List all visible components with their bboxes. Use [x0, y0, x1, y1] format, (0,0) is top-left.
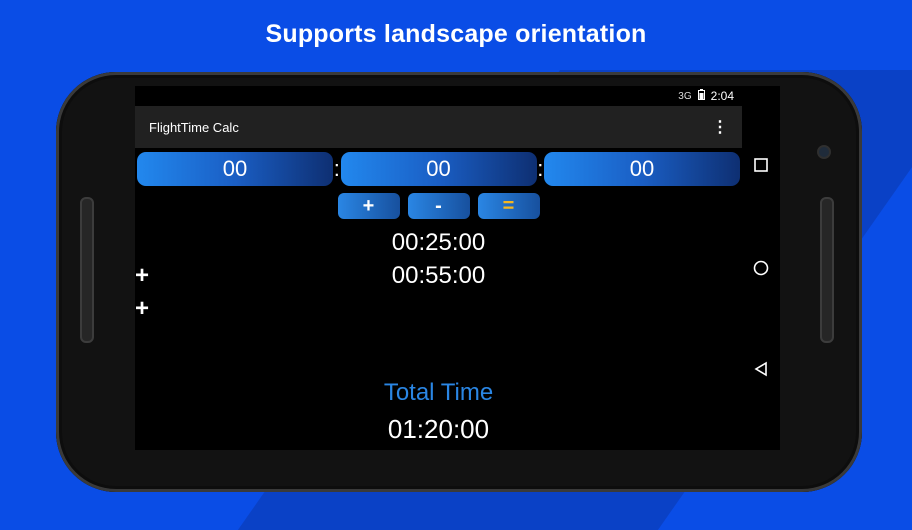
- app-title: FlightTime Calc: [149, 119, 239, 135]
- plus-button[interactable]: +: [337, 193, 400, 219]
- hours-input[interactable]: 00: [137, 152, 333, 186]
- entry-value: 00:55:00: [391, 262, 486, 289]
- front-camera-icon: [817, 145, 831, 159]
- nav-bar: [742, 86, 780, 450]
- status-time: 2:04: [710, 89, 734, 103]
- battery-icon: [697, 89, 705, 103]
- equals-button[interactable]: =: [477, 193, 540, 219]
- operator-buttons: + - =: [135, 193, 742, 219]
- separator-colon: :: [333, 156, 340, 181]
- entry-operator: +: [135, 295, 150, 322]
- minus-button[interactable]: -: [407, 193, 470, 219]
- entries-list: 00:25:00 + 00:55:00 +: [135, 219, 742, 359]
- app-bar: FlightTime Calc ⋮: [135, 106, 742, 148]
- promo-headline: Supports landscape orientation: [265, 20, 647, 48]
- back-icon[interactable]: [742, 354, 780, 384]
- minutes-input[interactable]: 00: [340, 152, 537, 186]
- home-icon[interactable]: [742, 253, 780, 283]
- entry-value: 00:25:00: [391, 229, 486, 256]
- total-time-label: Total Time: [383, 379, 494, 406]
- overflow-menu-icon[interactable]: ⋮: [712, 117, 728, 137]
- phone-side-button-right: [820, 197, 834, 343]
- separator-colon: :: [537, 156, 544, 181]
- signal-icon: 3G: [678, 90, 692, 102]
- phone-side-button-left: [80, 197, 94, 343]
- seconds-input[interactable]: 00: [544, 152, 740, 186]
- app-screen: 3G 2:04 FlightTime Calc ⋮ 00 : 00 : 00 +…: [135, 86, 742, 450]
- recents-icon[interactable]: [742, 150, 780, 180]
- time-input-row: 00 : 00 : 00: [135, 148, 742, 186]
- status-bar: 3G 2:04: [135, 86, 742, 106]
- total-time-value: 01:20:00: [387, 414, 490, 444]
